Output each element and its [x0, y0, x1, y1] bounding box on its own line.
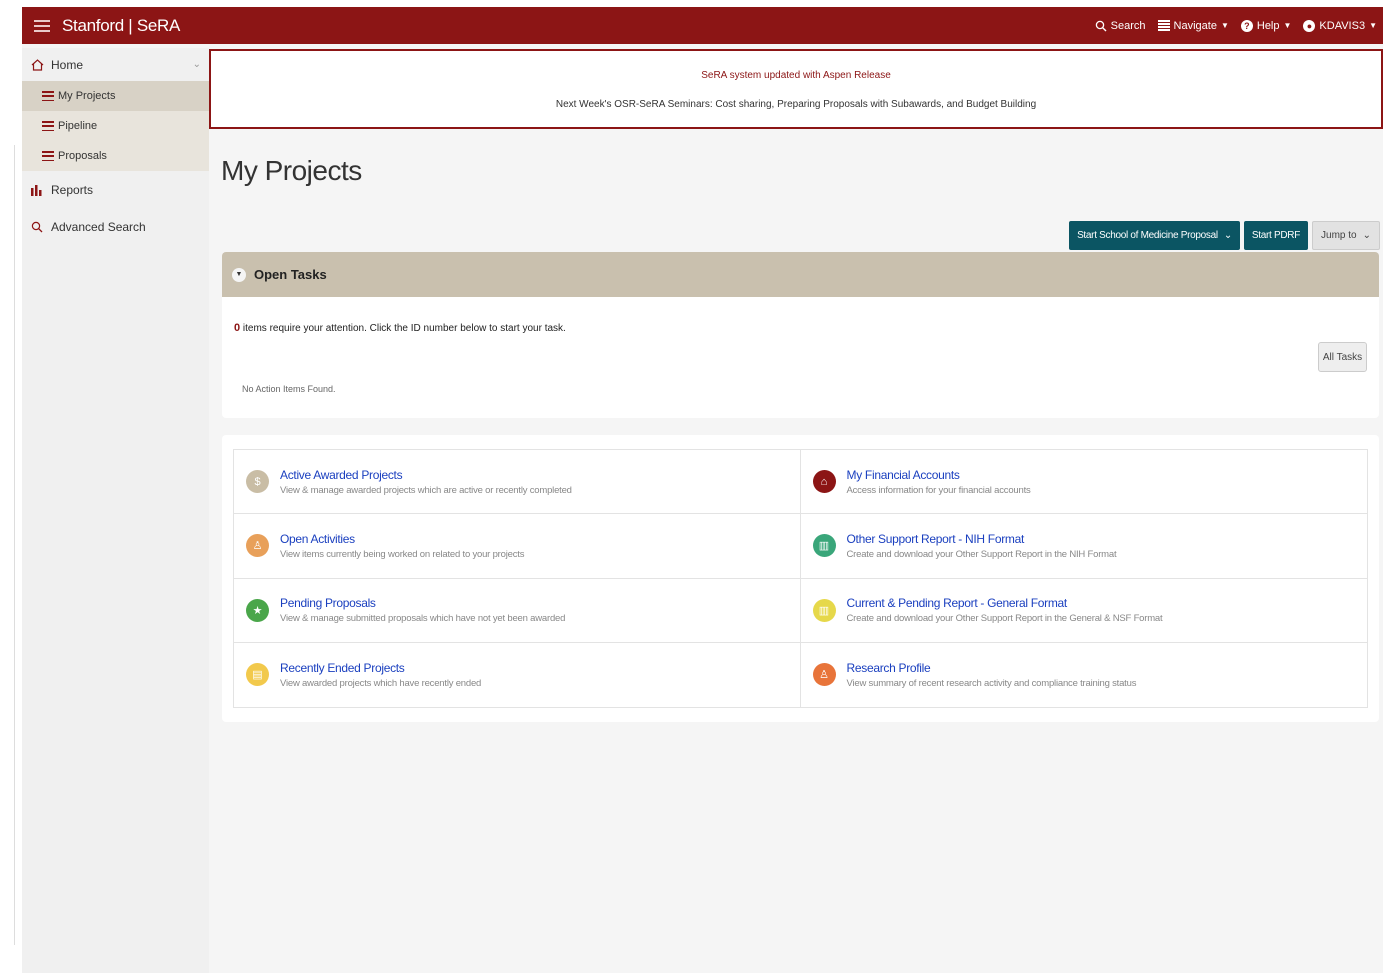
all-tasks-button[interactable]: All Tasks	[1318, 342, 1367, 372]
link-description: Access information for your financial ac…	[846, 484, 1031, 496]
link-title[interactable]: Current & Pending Report - General Forma…	[847, 596, 1163, 610]
user-label: KDAVIS3	[1319, 19, 1366, 32]
sidebar-item-label: Pipeline	[58, 120, 98, 132]
link-title[interactable]: Active Awarded Projects	[280, 468, 572, 482]
no-action-items: No Action Items Found.	[242, 384, 336, 394]
grid-icon	[1157, 20, 1170, 31]
page-title: My Projects	[221, 155, 362, 186]
top-nav: Search Navigate ▼ ? Help ▼ ● KDAVIS3 ▼	[1095, 19, 1383, 32]
sidebar-item-advanced-search[interactable]: Advanced Search	[22, 208, 209, 245]
link-title[interactable]: Pending Proposals	[280, 596, 565, 610]
link-description: View awarded projects which have recentl…	[280, 677, 482, 689]
search-link[interactable]: Search	[1095, 20, 1146, 32]
link-pending-proposals[interactable]: ★ Pending Proposals View & manage submitt…	[234, 578, 801, 643]
person-icon: ♙	[246, 534, 269, 558]
sidebar-item-label: Proposals	[58, 150, 107, 162]
list-icon	[42, 121, 54, 131]
chevron-down-icon: ⌄	[1223, 230, 1232, 241]
jump-to-button[interactable]: Jump to ⌄	[1312, 221, 1380, 250]
start-pdrf-label: Start PDRF	[1251, 230, 1301, 241]
link-title[interactable]: Other Support Report - NIH Format	[847, 532, 1117, 546]
start-som-label: Start School of Medicine Proposal	[1077, 230, 1218, 241]
start-pdrf-button[interactable]: Start PDRF	[1243, 221, 1309, 250]
tasks-message: items require your attention. Click the …	[242, 323, 566, 334]
list-icon	[42, 151, 54, 161]
link-other-support-report-nih[interactable]: ▥ Other Support Report - NIH Format Creat…	[800, 514, 1367, 579]
banner-line-2[interactable]: Next Week's OSR-SeRA Seminars: Cost shar…	[211, 99, 1381, 110]
caret-down-icon: ▼	[1220, 21, 1229, 30]
action-bar: Start School of Medicine Proposal ⌄ Star…	[1069, 221, 1380, 250]
sidebar-item-proposals[interactable]: Proposals	[22, 141, 209, 171]
profile-icon: ♙	[812, 663, 836, 687]
search-icon	[1095, 20, 1107, 31]
link-description: View items currently being worked on rel…	[280, 548, 525, 560]
sidebar-item-home[interactable]: Home ⌄	[22, 48, 209, 81]
search-icon	[31, 221, 43, 232]
link-description: Create and download your Other Support R…	[846, 613, 1163, 625]
open-tasks-title: Open Tasks	[254, 267, 327, 282]
sidebar-home-label: Home	[51, 57, 84, 72]
sidebar-item-label: My Projects	[58, 90, 116, 102]
chart-icon: ▥	[812, 534, 836, 558]
window-edge	[14, 145, 15, 945]
start-som-proposal-button[interactable]: Start School of Medicine Proposal ⌄	[1069, 221, 1240, 250]
collapse-toggle-icon[interactable]: ▼	[232, 267, 246, 282]
help-icon: ?	[1240, 19, 1253, 32]
top-bar: Stanford | SeRA Search Navigate ▼ ? Help…	[22, 7, 1383, 44]
star-icon: ★	[246, 598, 269, 622]
brand-logo[interactable]: Stanford | SeRA	[62, 16, 180, 36]
search-label: Search	[1110, 19, 1146, 32]
caret-down-icon: ▼	[1369, 21, 1377, 30]
open-tasks-panel: ▼ Open Tasks 0 items require your attent…	[222, 252, 1379, 418]
link-my-financial-accounts[interactable]: ⌂ My Financial Accounts Access informatio…	[800, 450, 1367, 515]
sidebar-item-my-projects[interactable]: My Projects	[22, 81, 209, 111]
chevron-down-icon: ⌄	[1362, 230, 1371, 241]
link-active-awarded-projects[interactable]: $ Active Awarded Projects View & manage a…	[234, 450, 801, 515]
sidebar-submenu: My Projects Pipeline Proposals	[22, 81, 209, 171]
link-title[interactable]: Recently Ended Projects	[280, 661, 481, 675]
navigate-label: Navigate	[1173, 19, 1217, 32]
link-title[interactable]: Open Activities	[280, 532, 524, 546]
link-title[interactable]: My Financial Accounts	[847, 468, 1031, 482]
tasks-count: 0	[234, 322, 241, 334]
user-menu[interactable]: ● KDAVIS3 ▼	[1303, 19, 1377, 32]
sidebar-reports-label: Reports	[51, 182, 94, 197]
link-description: Create and download your Other Support R…	[846, 548, 1117, 560]
help-label: Help	[1256, 19, 1280, 32]
jump-to-label: Jump to	[1321, 230, 1357, 241]
home-icon	[31, 58, 44, 71]
list-icon	[42, 91, 54, 101]
sidebar-item-reports[interactable]: Reports	[22, 171, 209, 208]
link-open-activities[interactable]: ♙ Open Activities View items currently be…	[234, 514, 801, 579]
app-frame: Stanford | SeRA Search Navigate ▼ ? Help…	[22, 7, 1383, 973]
link-current-pending-report[interactable]: ▥ Current & Pending Report - General For…	[800, 579, 1367, 643]
link-research-profile[interactable]: ♙ Research Profile View summary of recent…	[801, 643, 1368, 707]
quick-links-panel: $ Active Awarded Projects View & manage a…	[222, 435, 1379, 722]
caret-down-icon: ▼	[1283, 21, 1292, 30]
menu-icon[interactable]	[34, 19, 50, 32]
link-recently-ended-projects[interactable]: ▤ Recently Ended Projects View awarded pr…	[234, 642, 801, 707]
help-menu[interactable]: ? Help ▼	[1240, 19, 1292, 32]
link-title[interactable]: Research Profile	[847, 661, 1137, 675]
user-icon: ●	[1303, 19, 1316, 32]
open-tasks-header[interactable]: ▼ Open Tasks	[222, 252, 1379, 297]
banner-line-1[interactable]: SeRA system updated with Aspen Release	[211, 70, 1381, 81]
sidebar-advanced-search-label: Advanced Search	[51, 219, 146, 234]
link-description: View & manage submitted proposals which …	[280, 613, 566, 625]
navigate-menu[interactable]: Navigate ▼	[1157, 19, 1229, 32]
dollar-icon: $	[246, 470, 269, 494]
announcement-banner: SeRA system updated with Aspen Release N…	[209, 49, 1383, 129]
document-icon: ▤	[246, 663, 269, 687]
tasks-attention-text: 0 items require your attention. Click th…	[234, 322, 566, 334]
link-description: View summary of recent research activity…	[846, 677, 1137, 689]
link-description: View & manage awarded projects which are…	[280, 484, 572, 496]
sidebar-item-pipeline[interactable]: Pipeline	[22, 111, 209, 141]
bank-icon: ⌂	[812, 470, 836, 494]
sidebar: Home ⌄ My Projects Pipeline Proposals Re…	[22, 48, 209, 973]
chart-icon: ▥	[812, 598, 836, 622]
bar-chart-icon	[31, 184, 42, 196]
chevron-down-icon[interactable]: ⌄	[193, 59, 201, 70]
quick-links-grid: $ Active Awarded Projects View & manage a…	[233, 449, 1368, 708]
